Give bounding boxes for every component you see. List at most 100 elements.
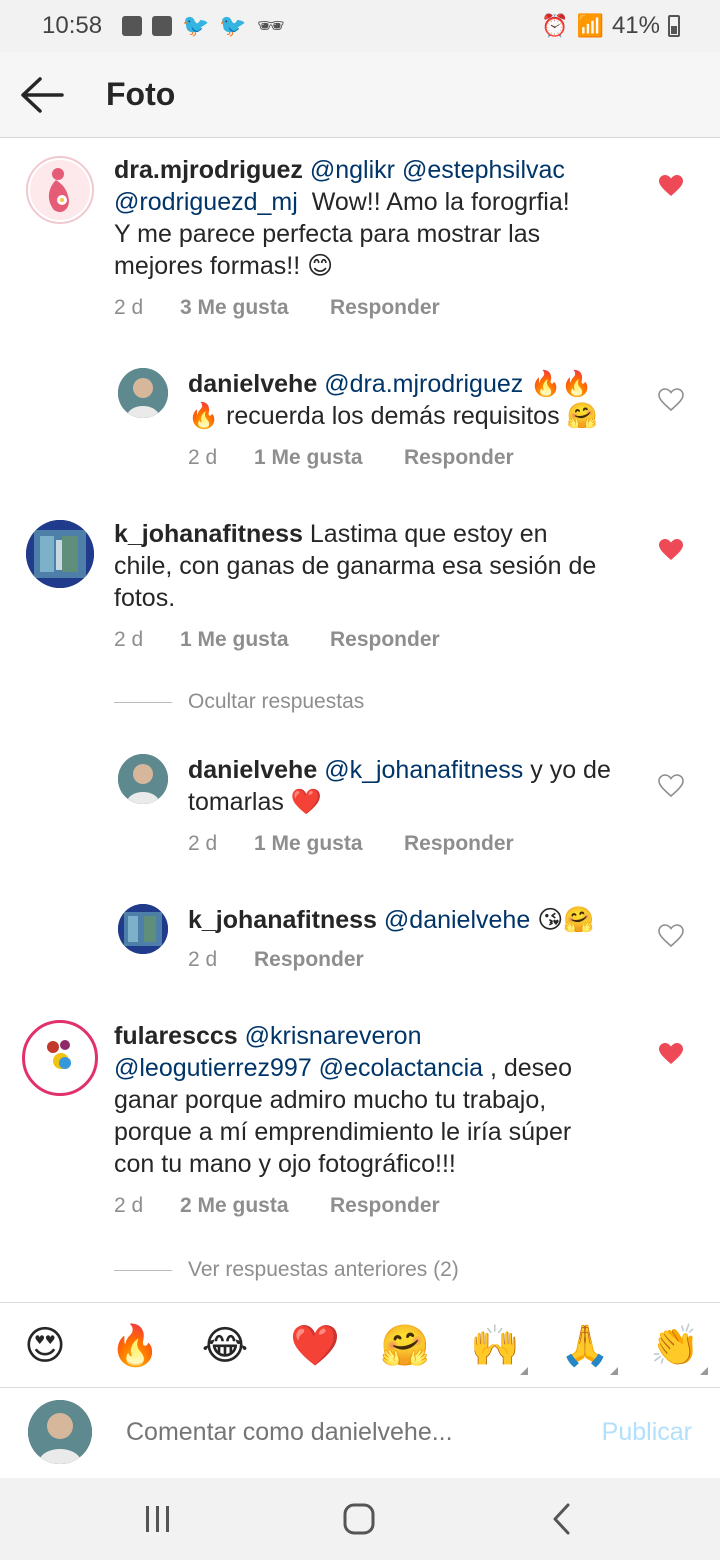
skin-tone-indicator (700, 1367, 708, 1375)
likes-count[interactable]: 2 Me gusta (180, 1194, 330, 1218)
comment-body: Y me parece perfecta para mostrar las (114, 220, 541, 248)
app-bar: Foto (0, 52, 720, 138)
hide-replies-row[interactable]: Ocultar respuestas (114, 688, 674, 718)
reply-button[interactable]: Responder (404, 832, 514, 856)
comment-input[interactable] (126, 1418, 566, 1447)
comment-time: 2 d (114, 1194, 144, 1217)
comment-body: chile, con ganas de ganarma esa sesión d… (114, 552, 597, 580)
avatar[interactable] (118, 904, 168, 954)
comment-body: mejores formas!! 😊 (114, 252, 334, 280)
comment-body: 🔥🔥 (530, 370, 593, 398)
back-arrow-icon[interactable] (18, 72, 66, 118)
comment-username[interactable]: danielvehe (188, 756, 317, 784)
comment-time: 2 d (114, 296, 144, 319)
emoji-heart-eyes[interactable]: 😍 (20, 1321, 70, 1371)
skin-tone-indicator (520, 1367, 528, 1375)
mention-link[interactable]: @k_johanafitness (324, 756, 523, 784)
back-nav-icon[interactable] (550, 1502, 572, 1536)
profile-photo-icon (118, 754, 168, 804)
mention-link[interactable]: @danielvehe (384, 906, 530, 934)
likes-count[interactable]: 1 Me gusta (180, 628, 330, 652)
mention-link[interactable]: @dra.mjrodriguez (324, 370, 523, 398)
mention-link[interactable]: @ecolactancia (319, 1054, 483, 1082)
battery-icon (668, 15, 680, 37)
emoji-raised-hands[interactable]: 🙌 (470, 1321, 528, 1375)
comment-username[interactable]: k_johanafitness (114, 520, 303, 548)
avatar[interactable] (26, 156, 94, 224)
view-previous-replies-row[interactable]: Ver respuestas anteriores (2) (114, 1256, 674, 1286)
comment-body: Lastima que estoy en (309, 520, 548, 548)
home-icon[interactable] (342, 1502, 376, 1536)
emoji-tears-of-joy[interactable]: 😂 (200, 1321, 250, 1371)
likes-count[interactable]: 1 Me gusta (254, 446, 404, 470)
comment-meta: 2 d Responder (188, 948, 364, 972)
twitter-icon: 🐦 (182, 13, 210, 38)
mention-link[interactable]: @rodriguezd_mj (114, 188, 298, 216)
avatar[interactable] (118, 754, 168, 804)
skin-tone-indicator (610, 1367, 618, 1375)
emoji-clapping[interactable]: 👏 (650, 1321, 708, 1375)
profile-photo-icon (118, 904, 168, 954)
heart-outline-icon[interactable] (658, 774, 684, 798)
profile-photo-icon (26, 520, 94, 588)
heart-outline-icon[interactable] (658, 388, 684, 412)
emoji-raised-hands-glyph: 🙌 (470, 1324, 520, 1368)
profile-photo-icon (28, 1400, 92, 1464)
heart-filled-icon[interactable] (658, 1042, 684, 1066)
comment-body: con tu mano y ojo fotográfico!!! (114, 1150, 456, 1178)
alarm-icon: ⏰ (541, 13, 569, 38)
hide-replies-link[interactable]: Ocultar respuestas (188, 690, 364, 714)
emoji-folded-hands-glyph: 🙏 (560, 1324, 610, 1368)
comment-username[interactable]: k_johanafitness (188, 906, 377, 934)
comment-text: danielvehe @k_johanafitness y yo de toma… (188, 754, 658, 818)
comment-meta: 2 d 1 Me gusta Responder (188, 832, 514, 856)
heart-outline-icon[interactable] (658, 924, 684, 948)
comment-meta: 2 d 1 Me gusta Responder (114, 628, 440, 652)
emoji-hugging[interactable]: 🤗 (380, 1321, 430, 1371)
comment-body: , deseo (489, 1054, 572, 1082)
reply-button[interactable]: Responder (330, 628, 440, 652)
heart-filled-icon[interactable] (658, 538, 684, 562)
comment-input-bar: Publicar (0, 1388, 720, 1478)
status-time: 10:58 (42, 12, 103, 39)
emoji-red-heart[interactable]: ❤️ (290, 1321, 340, 1371)
mention-link[interactable]: @nglikr (310, 156, 395, 184)
mention-link[interactable]: @estephsilvac (402, 156, 565, 184)
reply-button[interactable]: Responder (330, 296, 440, 320)
comment-text: dra.mjrodriguez @nglikr @estephsilvac @r… (114, 154, 674, 282)
comment-body: fotos. (114, 584, 176, 612)
mention-link[interactable]: @krisnareveron (245, 1022, 422, 1050)
reply-button[interactable]: Responder (254, 948, 364, 972)
comment-username[interactable]: fularesccs (114, 1022, 238, 1050)
heart-filled-icon[interactable] (658, 174, 684, 198)
avatar[interactable] (118, 368, 168, 418)
publish-button[interactable]: Publicar (602, 1418, 692, 1447)
likes-count[interactable]: 3 Me gusta (180, 296, 330, 320)
comment-time: 2 d (114, 628, 144, 651)
status-bar: 10:58 🐦 🐦 🕶 ⏰ 📶 41% (0, 0, 720, 52)
brand-logo-icon (27, 1025, 93, 1091)
comment-text: danielvehe @dra.mjrodriguez 🔥🔥 🔥 recuerd… (188, 368, 658, 432)
emoji-folded-hands[interactable]: 🙏 (560, 1321, 618, 1375)
reply-button[interactable]: Responder (404, 446, 514, 470)
comment-text: k_johanafitness @danielvehe 😘🤗 (188, 904, 658, 936)
recent-apps-icon[interactable] (144, 1504, 172, 1534)
comment-username[interactable]: dra.mjrodriguez (114, 156, 303, 184)
emoji-fire[interactable]: 🔥 (110, 1321, 160, 1371)
checkbox-notification-icon (122, 16, 142, 36)
image-notification-icon (152, 16, 172, 36)
current-user-avatar (28, 1400, 92, 1464)
comment-username[interactable]: danielvehe (188, 370, 317, 398)
avatar[interactable] (26, 520, 94, 588)
profile-photo-icon (118, 368, 168, 418)
view-previous-replies-link[interactable]: Ver respuestas anteriores (2) (188, 1258, 459, 1282)
likes-count[interactable]: 1 Me gusta (254, 832, 404, 856)
battery-percent: 41% (611, 12, 660, 39)
reply-button[interactable]: Responder (330, 1194, 440, 1218)
divider-line (114, 702, 172, 703)
avatar[interactable] (22, 1020, 98, 1096)
comment-time: 2 d (188, 948, 218, 971)
comment-meta: 2 d 3 Me gusta Responder (114, 296, 440, 320)
mention-link[interactable]: @leogutierrez997 (114, 1054, 312, 1082)
comment-body: ganar porque admiro mucho tu trabajo, (114, 1086, 547, 1114)
